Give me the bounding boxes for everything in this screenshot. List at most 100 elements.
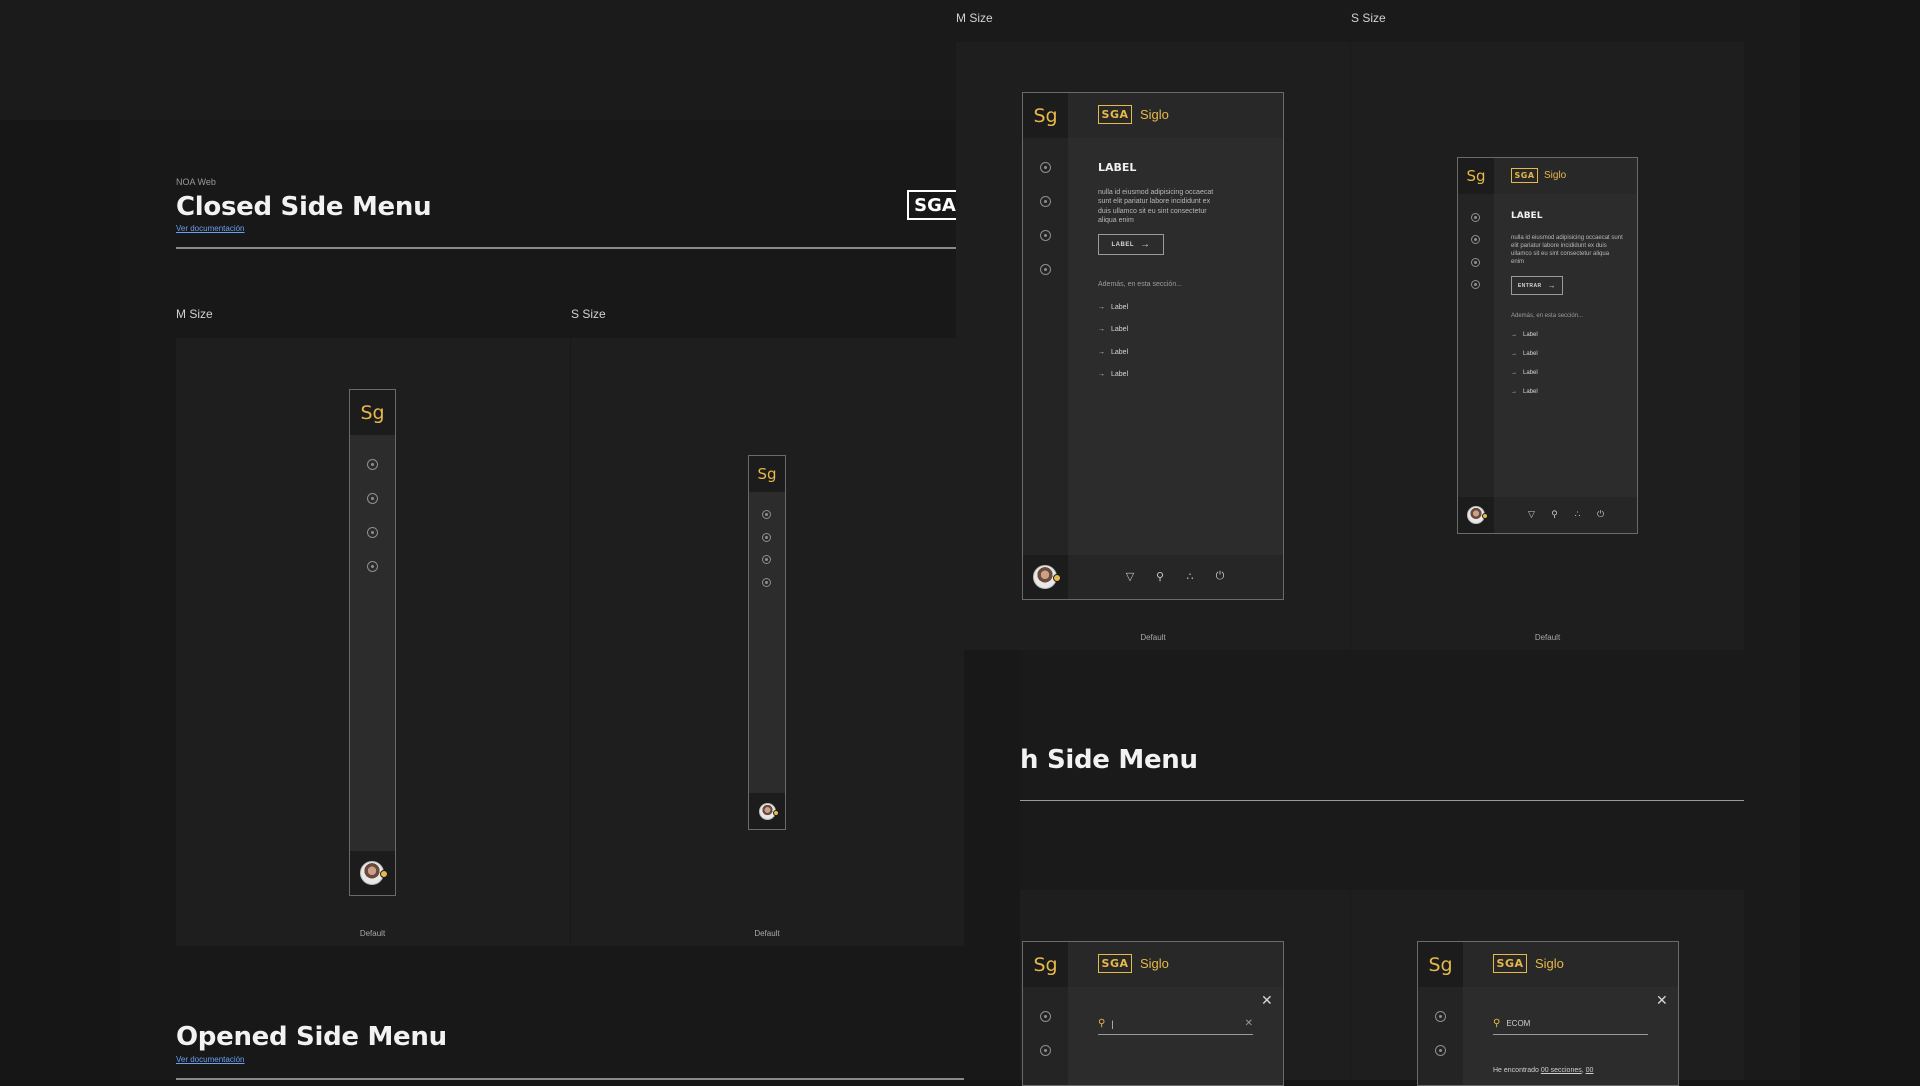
sga-logo-text: SGA	[914, 194, 956, 216]
section-link[interactable]: → Label	[1511, 332, 1538, 338]
opened-section-title: Opened Side Menu	[176, 1022, 447, 1052]
brand-box: SGA	[1098, 954, 1132, 973]
section-link[interactable]: → Label	[1098, 349, 1128, 356]
target-icon[interactable]	[762, 533, 771, 542]
search-icon[interactable]: ⚲	[1549, 509, 1560, 520]
search-side-menu-filled: Sg SGA Siglo ✕ ⚲ ECOM He encontrado 00 s…	[1417, 941, 1679, 1086]
target-icon[interactable]	[1040, 230, 1051, 241]
link-label: Label	[1111, 349, 1129, 356]
search-value: |	[1111, 1018, 1114, 1029]
section-link[interactable]: → Label	[1098, 371, 1128, 378]
sg-logo[interactable]: Sg	[1023, 942, 1068, 987]
status-dot	[380, 870, 388, 878]
title-divider	[176, 247, 964, 249]
target-icon[interactable]	[762, 578, 771, 587]
sg-logo-text: Sg	[1428, 953, 1453, 976]
brand: SGA Siglo	[1098, 105, 1169, 124]
result-prefix: He encontrado	[1493, 1067, 1539, 1074]
target-icon[interactable]	[1471, 213, 1480, 222]
target-icon[interactable]	[1435, 1011, 1446, 1022]
sg-logo-text: Sg	[757, 465, 777, 483]
target-icon[interactable]	[367, 459, 378, 470]
target-icon[interactable]	[367, 493, 378, 504]
sg-logo[interactable]: Sg	[350, 390, 395, 435]
target-icon[interactable]	[1435, 1045, 1446, 1056]
bell-icon[interactable]: ▽	[1123, 569, 1137, 583]
search-input[interactable]: ⚲ ECOM	[1493, 1013, 1648, 1035]
s-size-label: S Size	[571, 307, 606, 321]
brand-box: SGA	[1098, 105, 1132, 124]
label-button[interactable]: LABEL →	[1098, 234, 1164, 255]
search-icon[interactable]: ⚲	[1153, 569, 1167, 583]
power-icon[interactable]: ⏻	[1595, 509, 1606, 520]
section-link[interactable]: → Label	[1511, 370, 1538, 376]
target-icon[interactable]	[762, 510, 771, 519]
target-icon[interactable]	[1040, 264, 1051, 275]
target-icon[interactable]	[1040, 162, 1051, 173]
brand-name: Siglo	[1140, 956, 1169, 971]
search-side-menu-empty: Sg SGA Siglo ✕ ⚲ | ✕	[1022, 941, 1284, 1086]
doc-link[interactable]: Ver documentación	[176, 224, 245, 233]
close-icon[interactable]: ✕	[1656, 992, 1668, 1009]
target-icon[interactable]	[367, 527, 378, 538]
sg-logo[interactable]: Sg	[1023, 93, 1068, 138]
close-icon[interactable]: ✕	[1261, 992, 1273, 1009]
enter-button[interactable]: ENTRAR →	[1511, 276, 1563, 295]
also-text: Además, en esta sección...	[1098, 281, 1183, 288]
section-link[interactable]: → Label	[1098, 326, 1128, 333]
link-label: Label	[1111, 304, 1129, 311]
right-s-caption: Default	[1534, 633, 1561, 642]
search-divider	[1020, 800, 1744, 801]
menu-footer: ▽ ⚲ ∴ ⏻	[1023, 555, 1283, 599]
result-suffix-link[interactable]: 00	[1586, 1067, 1594, 1074]
status-dot	[1482, 513, 1488, 519]
body-text: nulla id eiusmod adipisicing occaecat su…	[1511, 235, 1623, 266]
section-link[interactable]: → Label	[1511, 389, 1538, 395]
section-link[interactable]: → Label	[1098, 304, 1128, 311]
sg-logo-text: Sg	[1466, 167, 1486, 185]
target-icon[interactable]	[1040, 1011, 1051, 1022]
power-icon[interactable]: ⏻	[1213, 569, 1227, 583]
search-value: ECOM	[1506, 1019, 1531, 1028]
enter-button-text: ENTRAR	[1517, 282, 1542, 289]
target-icon[interactable]	[1040, 196, 1051, 207]
target-icon[interactable]	[367, 561, 378, 572]
content-label: LABEL	[1098, 161, 1137, 174]
breadcrumb: NOA Web	[176, 177, 216, 187]
target-icon[interactable]	[1471, 280, 1480, 289]
search-section-title: h Side Menu	[1020, 745, 1198, 775]
apps-icon[interactable]: ∴	[1183, 569, 1197, 583]
target-icon[interactable]	[762, 555, 771, 564]
target-icon[interactable]	[1471, 258, 1480, 267]
link-label: Label	[1523, 332, 1538, 338]
search-icon: ⚲	[1493, 1018, 1501, 1029]
clear-icon[interactable]: ✕	[1245, 1018, 1253, 1029]
sg-logo[interactable]: Sg	[1458, 158, 1494, 194]
arrow-right-icon: →	[1547, 281, 1557, 290]
sg-logo[interactable]: Sg	[749, 456, 785, 492]
status-dot	[1053, 574, 1061, 582]
search-input[interactable]: ⚲ | ✕	[1098, 1013, 1253, 1035]
also-text: Además, en esta sección...	[1511, 313, 1584, 319]
brand-name: Siglo	[1535, 956, 1564, 971]
result-sections-link[interactable]: 00 secciones	[1541, 1067, 1582, 1074]
s-caption: Default	[754, 929, 780, 938]
section-link[interactable]: → Label	[1511, 351, 1538, 357]
sga-logo: SGA	[907, 190, 963, 220]
target-icon[interactable]	[1040, 1045, 1051, 1056]
arrow-right-icon: →	[1098, 349, 1105, 356]
link-label: Label	[1523, 370, 1538, 376]
bell-icon[interactable]: ▽	[1526, 509, 1537, 520]
target-icon[interactable]	[1471, 235, 1480, 244]
closed-side-menu-s: Sg	[748, 455, 786, 830]
m-caption: Default	[359, 929, 386, 938]
opened-doc-link[interactable]: Ver documentación	[176, 1055, 245, 1064]
brand: SGA Siglo	[1511, 168, 1566, 183]
sg-logo[interactable]: Sg	[1418, 942, 1463, 987]
menu-footer	[749, 793, 785, 829]
link-label: Label	[1111, 326, 1129, 333]
arrow-right-icon: →	[1098, 326, 1105, 333]
top-left-panel	[0, 0, 900, 120]
brand: SGA Siglo	[1493, 954, 1564, 973]
apps-icon[interactable]: ∴	[1572, 509, 1583, 520]
